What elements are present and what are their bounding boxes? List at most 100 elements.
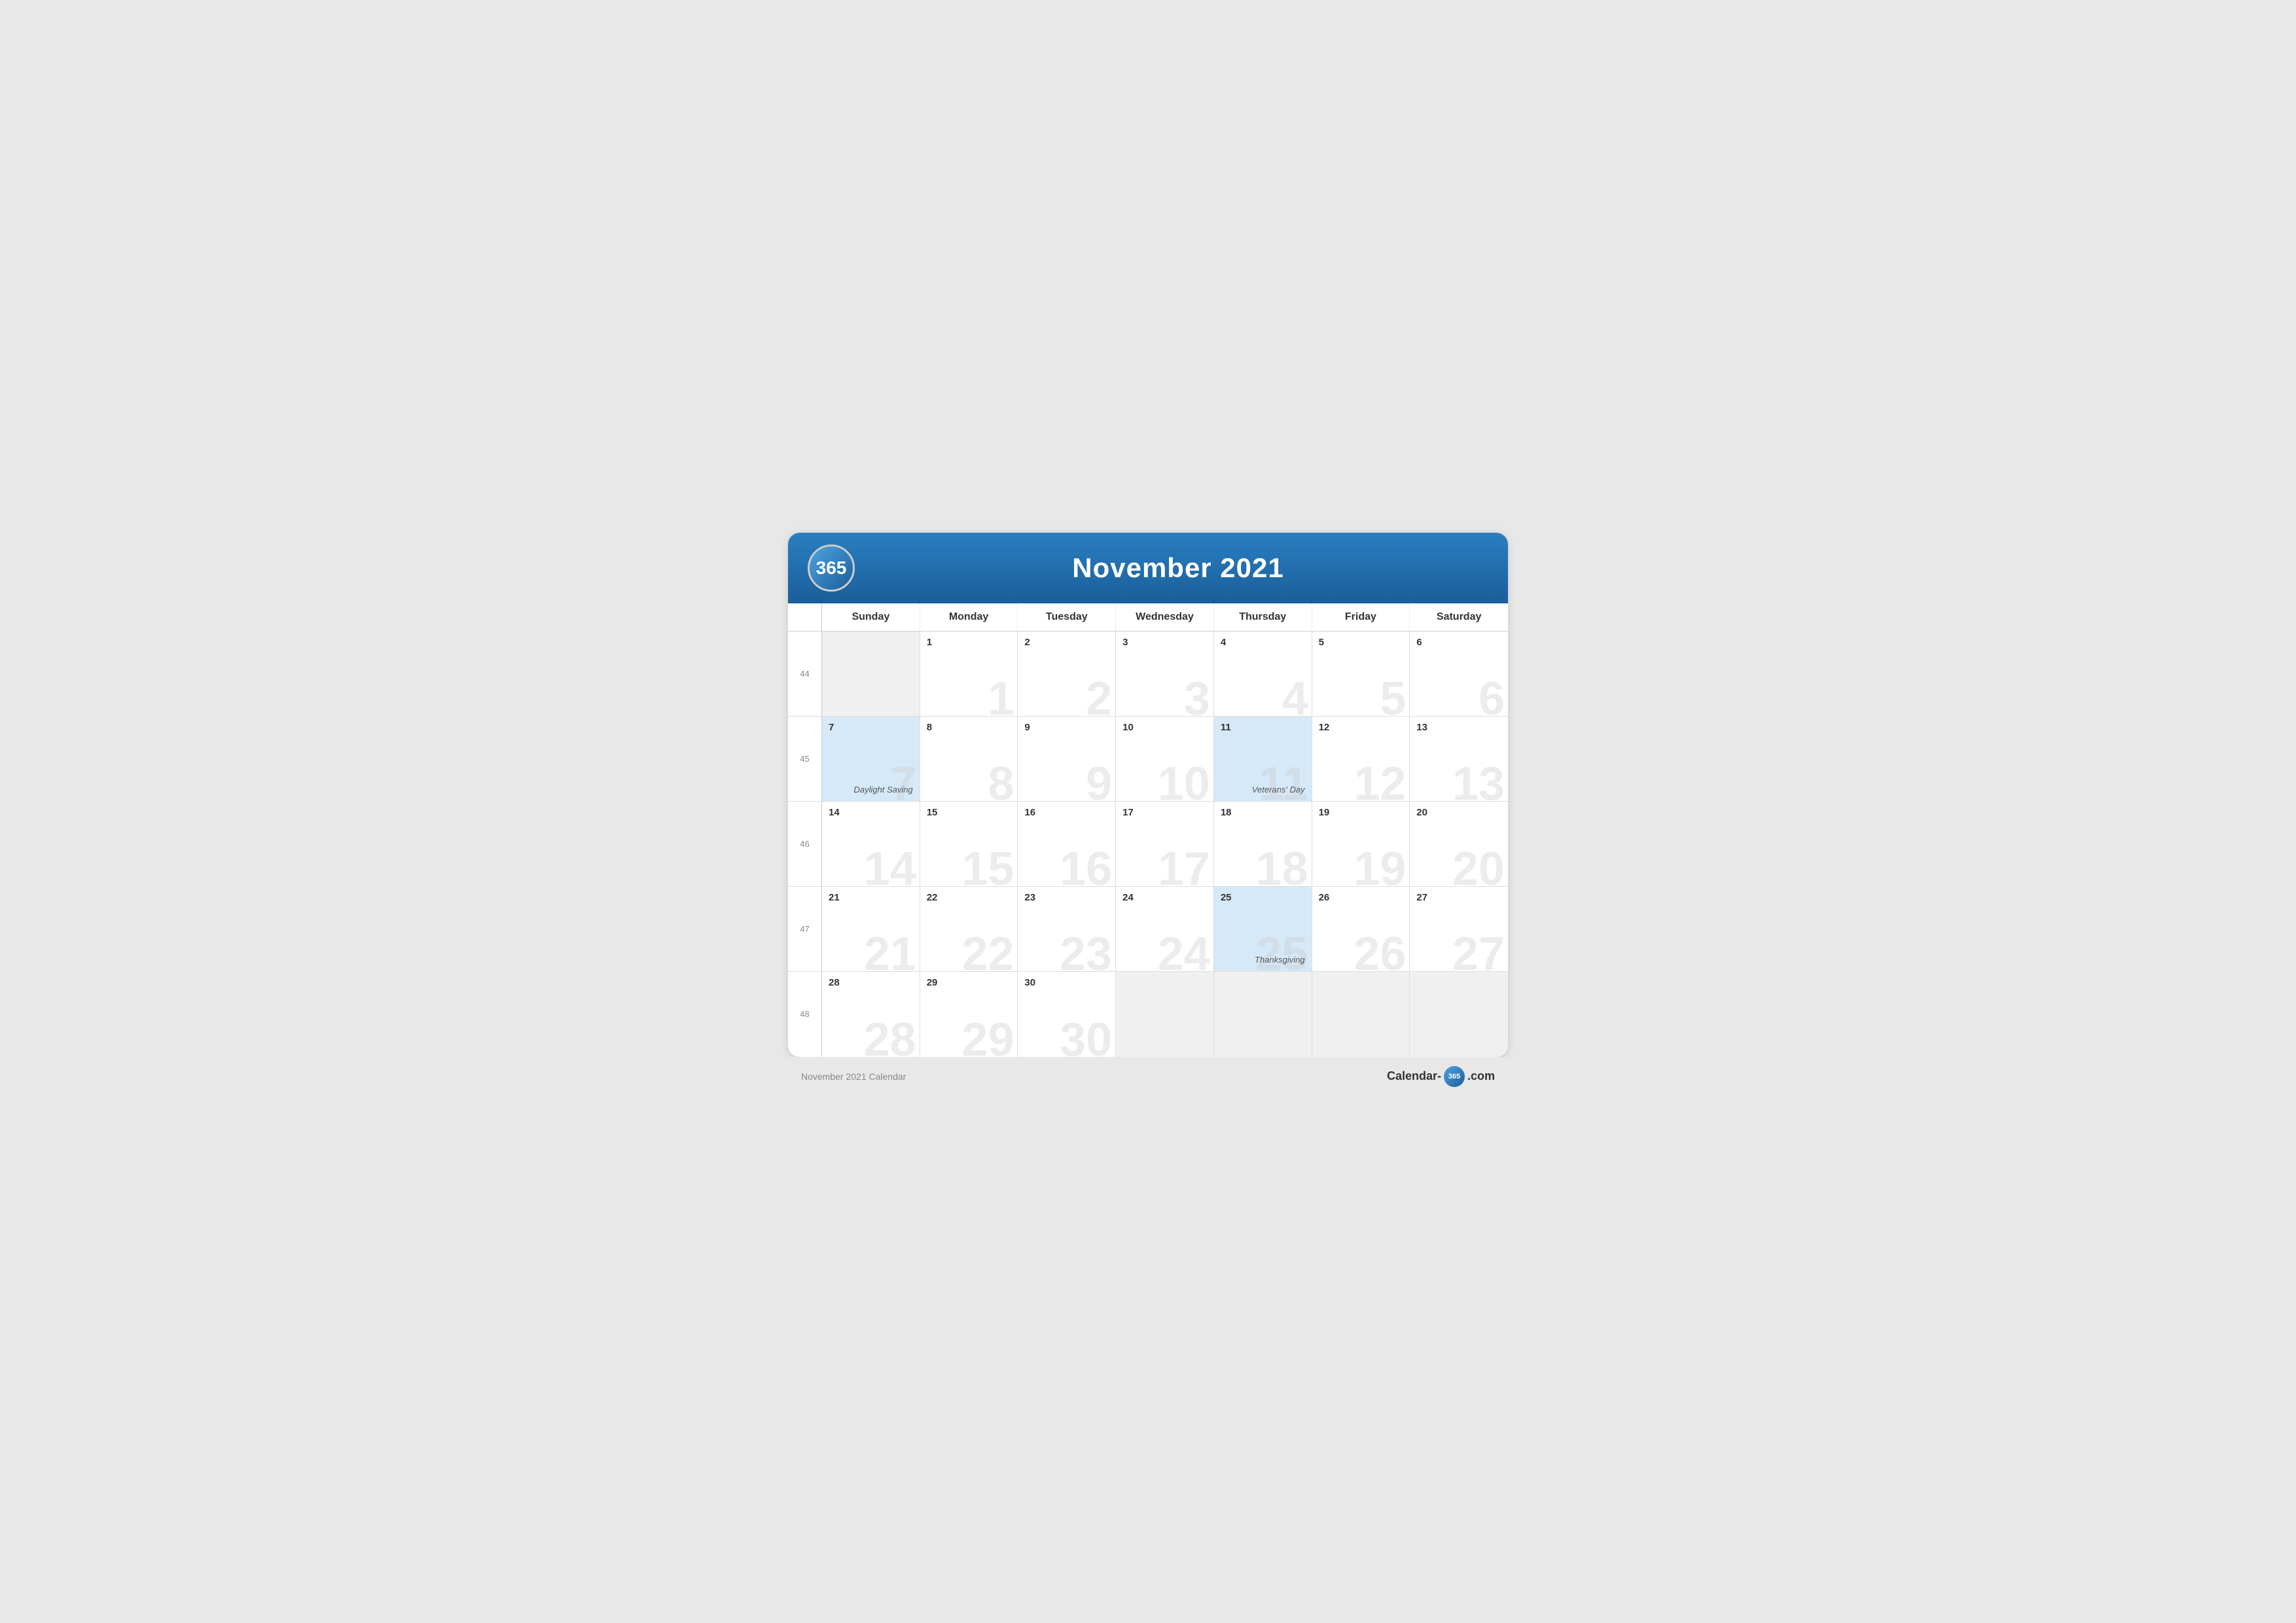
- day-header-monday: Monday: [920, 603, 1018, 631]
- day-cell: 99: [1018, 717, 1116, 802]
- day-cell: 55: [1312, 632, 1410, 717]
- day-watermark: 27: [1452, 931, 1505, 972]
- day-event-label: Veterans' Day: [1252, 785, 1305, 794]
- day-watermark: 18: [1255, 846, 1308, 887]
- day-watermark: 5: [1380, 675, 1406, 717]
- day-number: 7: [829, 722, 913, 733]
- footer-right: Calendar- 365 .com: [1387, 1066, 1495, 1087]
- calendar-footer: November 2021 Calendar Calendar- 365 .co…: [788, 1057, 1508, 1091]
- day-header-tuesday: Tuesday: [1018, 603, 1116, 631]
- day-watermark: 16: [1060, 846, 1112, 887]
- day-cell: [1312, 972, 1410, 1057]
- day-number: 21: [829, 892, 913, 903]
- day-cell: 22 22: [920, 887, 1018, 972]
- day-header-thursday: Thursday: [1214, 603, 1312, 631]
- week-num-header-spacer: [788, 603, 822, 631]
- day-watermark: 24: [1158, 931, 1210, 972]
- calendar-grid: 44 45 46 47 48 11223344556677Daylight Sa…: [788, 632, 1508, 1057]
- day-number: 26: [1319, 892, 1403, 903]
- day-cell: 26 26: [1312, 887, 1410, 972]
- day-cell: 1717: [1116, 802, 1214, 887]
- day-event-label: Thanksgiving: [1255, 955, 1305, 965]
- day-number: 22: [927, 892, 1011, 903]
- day-number: 25: [1221, 892, 1305, 903]
- day-number: 24: [1122, 892, 1207, 903]
- day-cell: 2323: [1018, 887, 1116, 972]
- day-cell: 88: [920, 717, 1018, 802]
- day-number: 9: [1024, 722, 1109, 733]
- day-cell: 10 10: [1116, 717, 1214, 802]
- day-header-sunday: Sunday: [822, 603, 920, 631]
- day-header-saturday: Saturday: [1410, 603, 1508, 631]
- day-number: 14: [829, 807, 913, 818]
- day-cell: 2020: [1410, 802, 1508, 887]
- day-cell: [822, 632, 920, 717]
- day-watermark: 1: [988, 675, 1014, 717]
- day-watermark: 17: [1158, 846, 1210, 887]
- day-watermark: 10: [1158, 760, 1210, 802]
- day-number: 18: [1221, 807, 1305, 818]
- day-number: 8: [927, 722, 1011, 733]
- day-cell: 29 29: [920, 972, 1018, 1057]
- day-cell: 1515: [920, 802, 1018, 887]
- day-number: 5: [1319, 637, 1403, 648]
- day-watermark: 22: [961, 931, 1014, 972]
- day-number: 10: [1122, 722, 1207, 733]
- day-header-wednesday: Wednesday: [1116, 603, 1214, 631]
- week-num-45: 45: [788, 717, 822, 802]
- week-num-47: 47: [788, 887, 822, 972]
- day-watermark: 20: [1452, 846, 1505, 887]
- day-cell: 21 21: [822, 887, 920, 972]
- day-number: 1: [927, 637, 1011, 648]
- day-cell: 11: [920, 632, 1018, 717]
- day-cell: 1111Veterans' Day: [1214, 717, 1312, 802]
- day-number: 20: [1416, 807, 1501, 818]
- day-cell: 2525Thanksgiving: [1214, 887, 1312, 972]
- day-cell: 13 13: [1410, 717, 1508, 802]
- day-cell: 77Daylight Saving: [822, 717, 920, 802]
- day-watermark: 4: [1282, 675, 1308, 717]
- day-number: 2: [1024, 637, 1109, 648]
- day-number: 15: [927, 807, 1011, 818]
- day-watermark: 7: [890, 760, 916, 802]
- days-of-week-header: Sunday Monday Tuesday Wednesday Thursday…: [788, 603, 1508, 632]
- calendar-container: 365 November 2021 Sunday Monday Tuesday …: [788, 533, 1508, 1057]
- day-cell: [1214, 972, 1312, 1057]
- day-watermark: 30: [1060, 1016, 1112, 1057]
- day-cell: 1414: [822, 802, 920, 887]
- day-event-label: Daylight Saving: [853, 785, 912, 794]
- day-number: 17: [1122, 807, 1207, 818]
- day-number: 29: [927, 977, 1011, 988]
- day-cell: 2828: [822, 972, 920, 1057]
- day-number: 23: [1024, 892, 1109, 903]
- day-cell: 66: [1410, 632, 1508, 717]
- day-watermark: 19: [1354, 846, 1406, 887]
- day-cell: 24 24: [1116, 887, 1214, 972]
- day-cell: [1410, 972, 1508, 1057]
- day-watermark: 15: [961, 846, 1014, 887]
- day-watermark: 29: [961, 1016, 1014, 1057]
- day-number: 13: [1416, 722, 1501, 733]
- footer-brand-pre: Calendar-: [1387, 1069, 1441, 1083]
- day-cell: 30 30: [1018, 972, 1116, 1057]
- day-number: 28: [829, 977, 913, 988]
- day-cell: 1919: [1312, 802, 1410, 887]
- day-watermark: 21: [864, 931, 916, 972]
- days-grid: 11223344556677Daylight Saving88991010111…: [822, 632, 1508, 1057]
- day-number: 16: [1024, 807, 1109, 818]
- day-watermark: 13: [1452, 760, 1505, 802]
- footer-365-text: 365: [1448, 1073, 1460, 1080]
- day-number: 4: [1221, 637, 1305, 648]
- week-numbers-column: 44 45 46 47 48: [788, 632, 822, 1057]
- day-watermark: 25: [1255, 931, 1308, 972]
- day-number: 30: [1024, 977, 1109, 988]
- day-number: 3: [1122, 637, 1207, 648]
- week-num-44: 44: [788, 632, 822, 717]
- day-cell: 1818: [1214, 802, 1312, 887]
- day-cell: 1212: [1312, 717, 1410, 802]
- day-watermark: 2: [1086, 675, 1112, 717]
- page-wrapper: 365 November 2021 Sunday Monday Tuesday …: [788, 533, 1508, 1091]
- day-watermark: 26: [1354, 931, 1406, 972]
- footer-brand-post: .com: [1467, 1069, 1495, 1083]
- day-cell: 33: [1116, 632, 1214, 717]
